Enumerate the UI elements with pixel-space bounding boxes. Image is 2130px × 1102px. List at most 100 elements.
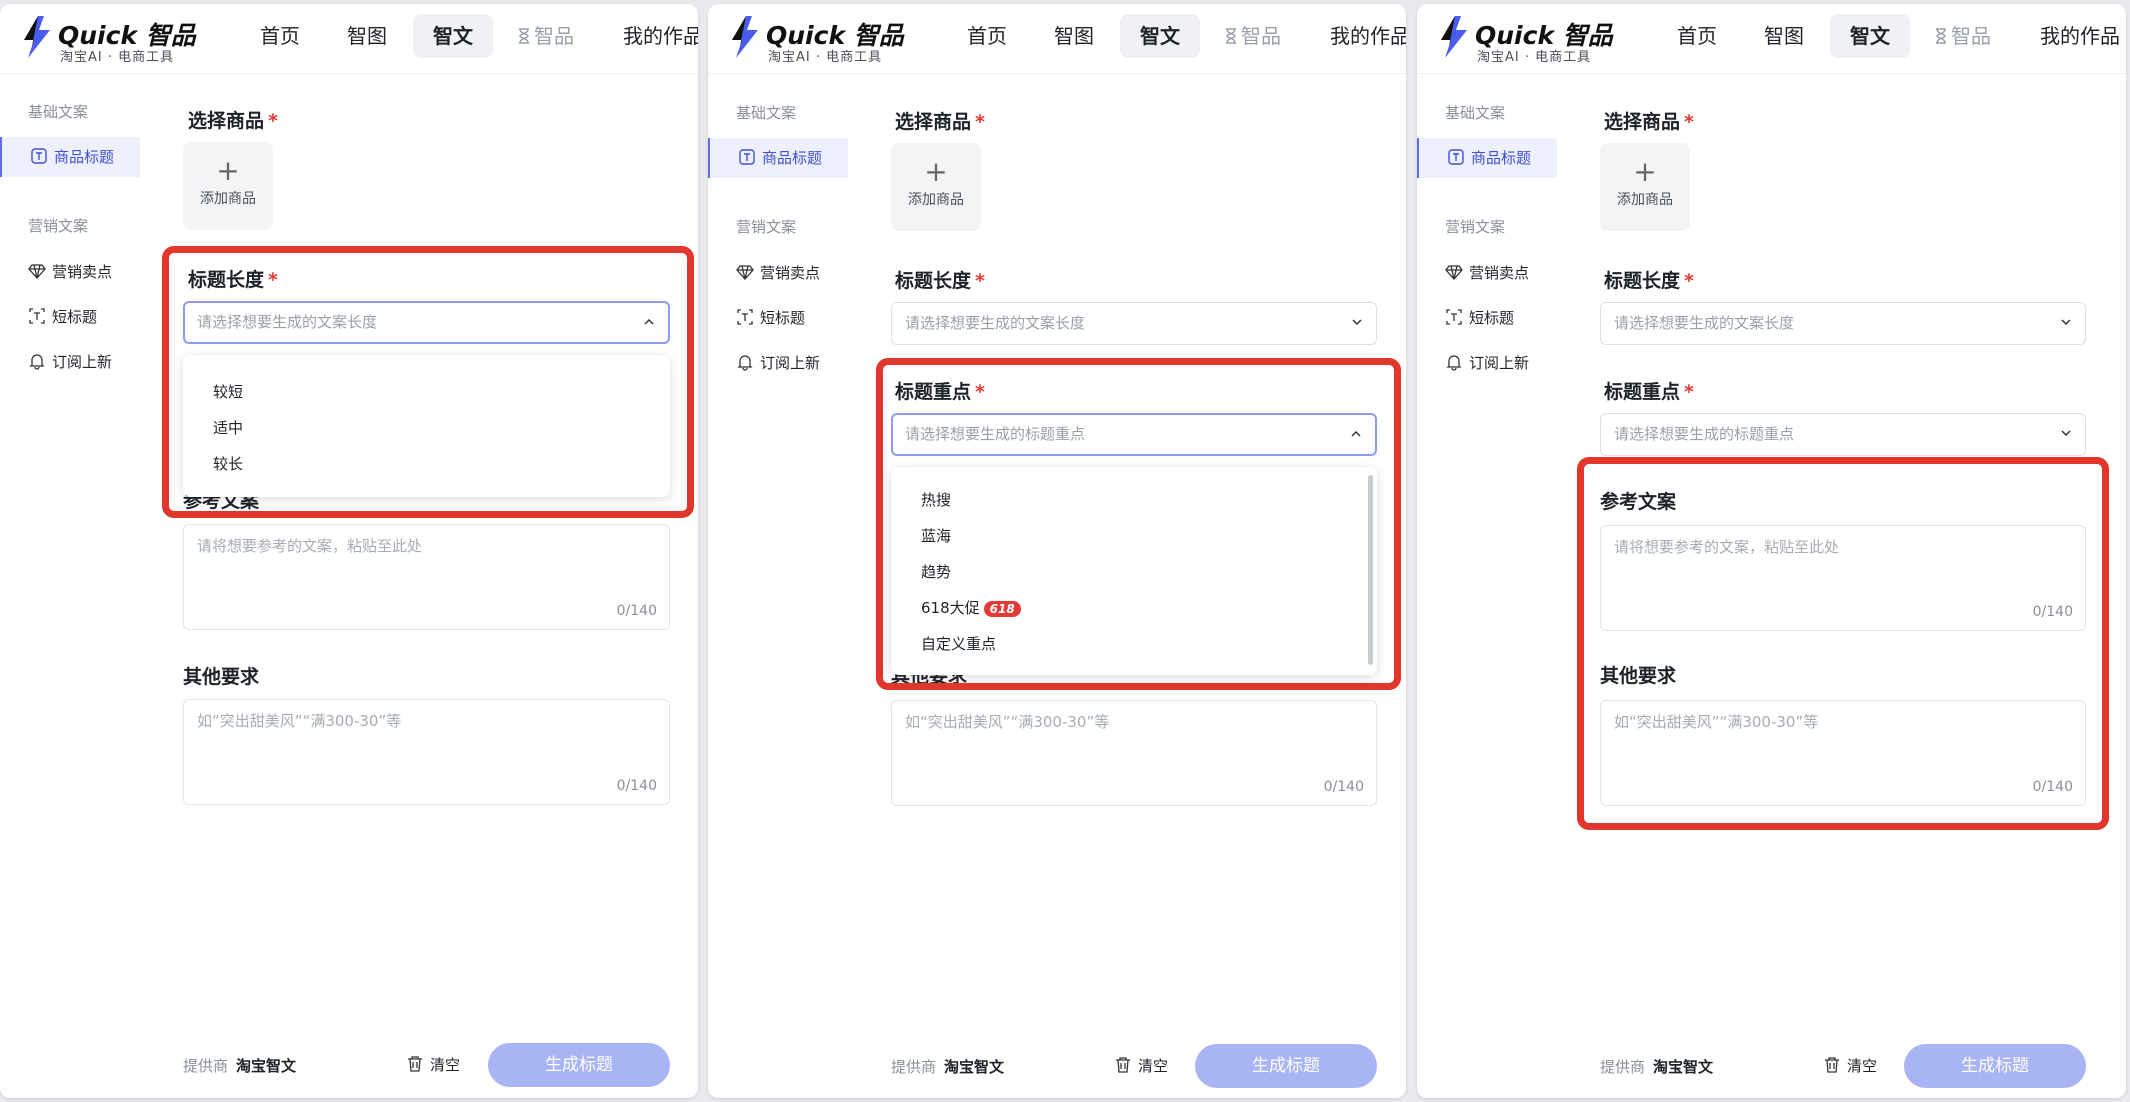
diamond-icon (1445, 265, 1463, 280)
nav-works[interactable]: 我的作品 (1330, 14, 1406, 58)
trash-icon (408, 1056, 422, 1072)
brand-tagline: 淘宝AI · 电商工具 (768, 50, 883, 65)
short-text-icon (737, 309, 753, 325)
generate-button[interactable]: 生成标题 (1904, 1044, 2086, 1088)
generate-button[interactable]: 生成标题 (1195, 1044, 1377, 1088)
nav-home[interactable]: 首页 (967, 14, 1007, 58)
provider: 提供商 淘宝智文 (891, 1058, 1005, 1076)
short-text-icon (29, 308, 45, 324)
sidebar-item-short[interactable]: 短标题 (1445, 307, 1514, 328)
plus-icon: + (216, 154, 240, 187)
sidebar-item-subscribe[interactable]: 订阅上新 (1445, 352, 1529, 373)
title-length-placeholder: 请选择想要生成的文案长度 (905, 314, 1086, 332)
sidebar-item-short[interactable]: 短标题 (736, 307, 805, 328)
add-product-button[interactable]: + 添加商品 (891, 143, 981, 231)
title-focus-select[interactable]: 请选择想要生成的标题重点 (1600, 413, 2086, 456)
provider: 提供商 淘宝智文 (183, 1057, 297, 1075)
bell-icon (29, 354, 45, 370)
label-select-product: 选择商品 * (188, 110, 278, 132)
sidebar-item-title-label: 商品标题 (54, 148, 115, 166)
nav-works[interactable]: 我的作品 (623, 14, 698, 58)
sidebar-group-basic: 基础文案 (28, 103, 89, 121)
sidebar-item-short[interactable]: 短标题 (28, 306, 97, 327)
nav-zhipin-label: 智品 (1951, 24, 1991, 48)
sidebar-item-title[interactable]: 商品标题 (1417, 138, 1557, 178)
add-product-label: 添加商品 (908, 192, 964, 208)
reference-counter: 0/140 (616, 603, 657, 619)
sidebar-item-short-label: 短标题 (1469, 309, 1515, 327)
nav-zhiwen[interactable]: 智文 (1120, 14, 1200, 58)
title-length-select[interactable]: 请选择想要生成的文案长度 (1600, 302, 2086, 345)
sidebar-item-short-label: 短标题 (760, 309, 806, 327)
sidebar-group-marketing: 营销文案 (28, 217, 89, 235)
sidebar-item-selling[interactable]: 营销卖点 (736, 262, 820, 283)
sidebar-item-selling-label: 营销卖点 (760, 264, 821, 282)
sidebar-item-title[interactable]: 商品标题 (708, 138, 848, 178)
sidebar-item-title[interactable]: 商品标题 (0, 137, 140, 177)
nav-zhiwen[interactable]: 智文 (413, 14, 493, 58)
diamond-icon (736, 265, 754, 280)
clear-button[interactable]: 清空 (406, 1054, 460, 1075)
generate-button[interactable]: 生成标题 (488, 1043, 670, 1087)
clear-button[interactable]: 清空 (1114, 1055, 1168, 1076)
title-focus-placeholder: 请选择想要生成的标题重点 (1614, 425, 1795, 443)
sidebar-item-selling[interactable]: 营销卖点 (1445, 262, 1529, 283)
other-counter: 0/140 (616, 778, 657, 794)
brand-tagline: 淘宝AI · 电商工具 (1477, 50, 1592, 65)
bolt-logo-icon (732, 16, 758, 58)
add-product-label: 添加商品 (200, 191, 256, 207)
nav-zhipin[interactable]: 智品 (1225, 14, 1281, 58)
chevron-down-icon (1352, 319, 1362, 326)
nav-works[interactable]: 我的作品 (2040, 14, 2120, 58)
other-textarea[interactable]: 如“突出甜美风”“满300-30”等 0/140 (891, 700, 1377, 806)
title-length-select[interactable]: 请选择想要生成的文案长度 (891, 302, 1377, 345)
clear-button[interactable]: 清空 (1823, 1055, 1877, 1076)
highlight-box (162, 246, 694, 518)
bell-icon (1446, 355, 1462, 371)
chevron-down-icon (2061, 430, 2071, 437)
short-text-icon (1446, 309, 1462, 325)
nav-zhiwen[interactable]: 智文 (1830, 14, 1910, 58)
nav-home[interactable]: 首页 (260, 14, 300, 58)
label-select-product: 选择商品 * (895, 111, 985, 133)
sidebar-item-subscribe[interactable]: 订阅上新 (28, 351, 112, 372)
sidebar-item-selling-label: 营销卖点 (1469, 264, 1530, 282)
sidebar-item-subscribe-label: 订阅上新 (1469, 354, 1530, 372)
nav-zhitu[interactable]: 智图 (347, 14, 387, 58)
sidebar-item-selling[interactable]: 营销卖点 (28, 261, 112, 282)
nav-zhipin[interactable]: 智品 (518, 14, 574, 58)
sidebar-item-subscribe-label: 订阅上新 (760, 354, 821, 372)
highlight-box (1577, 457, 2109, 830)
other-textarea[interactable]: 如“突出甜美风”“满300-30”等 0/140 (183, 699, 670, 805)
header: Quick 智品 淘宝AI · 电商工具 首页 智图 智文 智品 我的作品 (0, 4, 698, 74)
label-title-focus: 标题重点 * (1604, 381, 1694, 403)
hourglass-icon (1226, 28, 1236, 44)
nav-zhipin-label: 智品 (1241, 24, 1281, 48)
reference-textarea[interactable]: 请将想要参考的文案，粘贴至此处 0/140 (183, 524, 670, 630)
add-product-button[interactable]: + 添加商品 (183, 142, 273, 230)
text-box-icon (1448, 149, 1464, 165)
sidebar-item-selling-label: 营销卖点 (52, 263, 113, 281)
nav-zhipin[interactable]: 智品 (1935, 14, 1991, 58)
diamond-icon (28, 264, 46, 279)
reference-placeholder: 请将想要参考的文案，粘贴至此处 (197, 537, 423, 555)
label-title-length: 标题长度 * (895, 270, 985, 292)
sidebar-item-subscribe[interactable]: 订阅上新 (736, 352, 820, 373)
brand-tagline: 淘宝AI · 电商工具 (60, 50, 175, 65)
bolt-logo-icon (1441, 16, 1467, 58)
nav-zhitu[interactable]: 智图 (1054, 14, 1094, 58)
nav-zhitu[interactable]: 智图 (1764, 14, 1804, 58)
trash-icon (1825, 1057, 1839, 1073)
sidebar-group-basic: 基础文案 (736, 104, 797, 122)
add-product-label: 添加商品 (1617, 192, 1673, 208)
plus-icon: + (1633, 155, 1657, 188)
sidebar-group-marketing: 营销文案 (1445, 218, 1506, 236)
header: Quick 智品 淘宝AI · 电商工具 首页 智图 智文 智品 我的作品 (1417, 4, 2126, 74)
text-box-icon (739, 149, 755, 165)
nav-home[interactable]: 首页 (1677, 14, 1717, 58)
add-product-button[interactable]: + 添加商品 (1600, 143, 1690, 231)
bell-icon (737, 355, 753, 371)
header: Quick 智品 淘宝AI · 电商工具 首页 智图 智文 智品 我的作品 (708, 4, 1406, 74)
hourglass-icon (1936, 28, 1946, 44)
screenshot-stage: Quick 智品 淘宝AI · 电商工具 首页 智图 智文 智品 我的作品 基础… (0, 0, 2130, 1102)
